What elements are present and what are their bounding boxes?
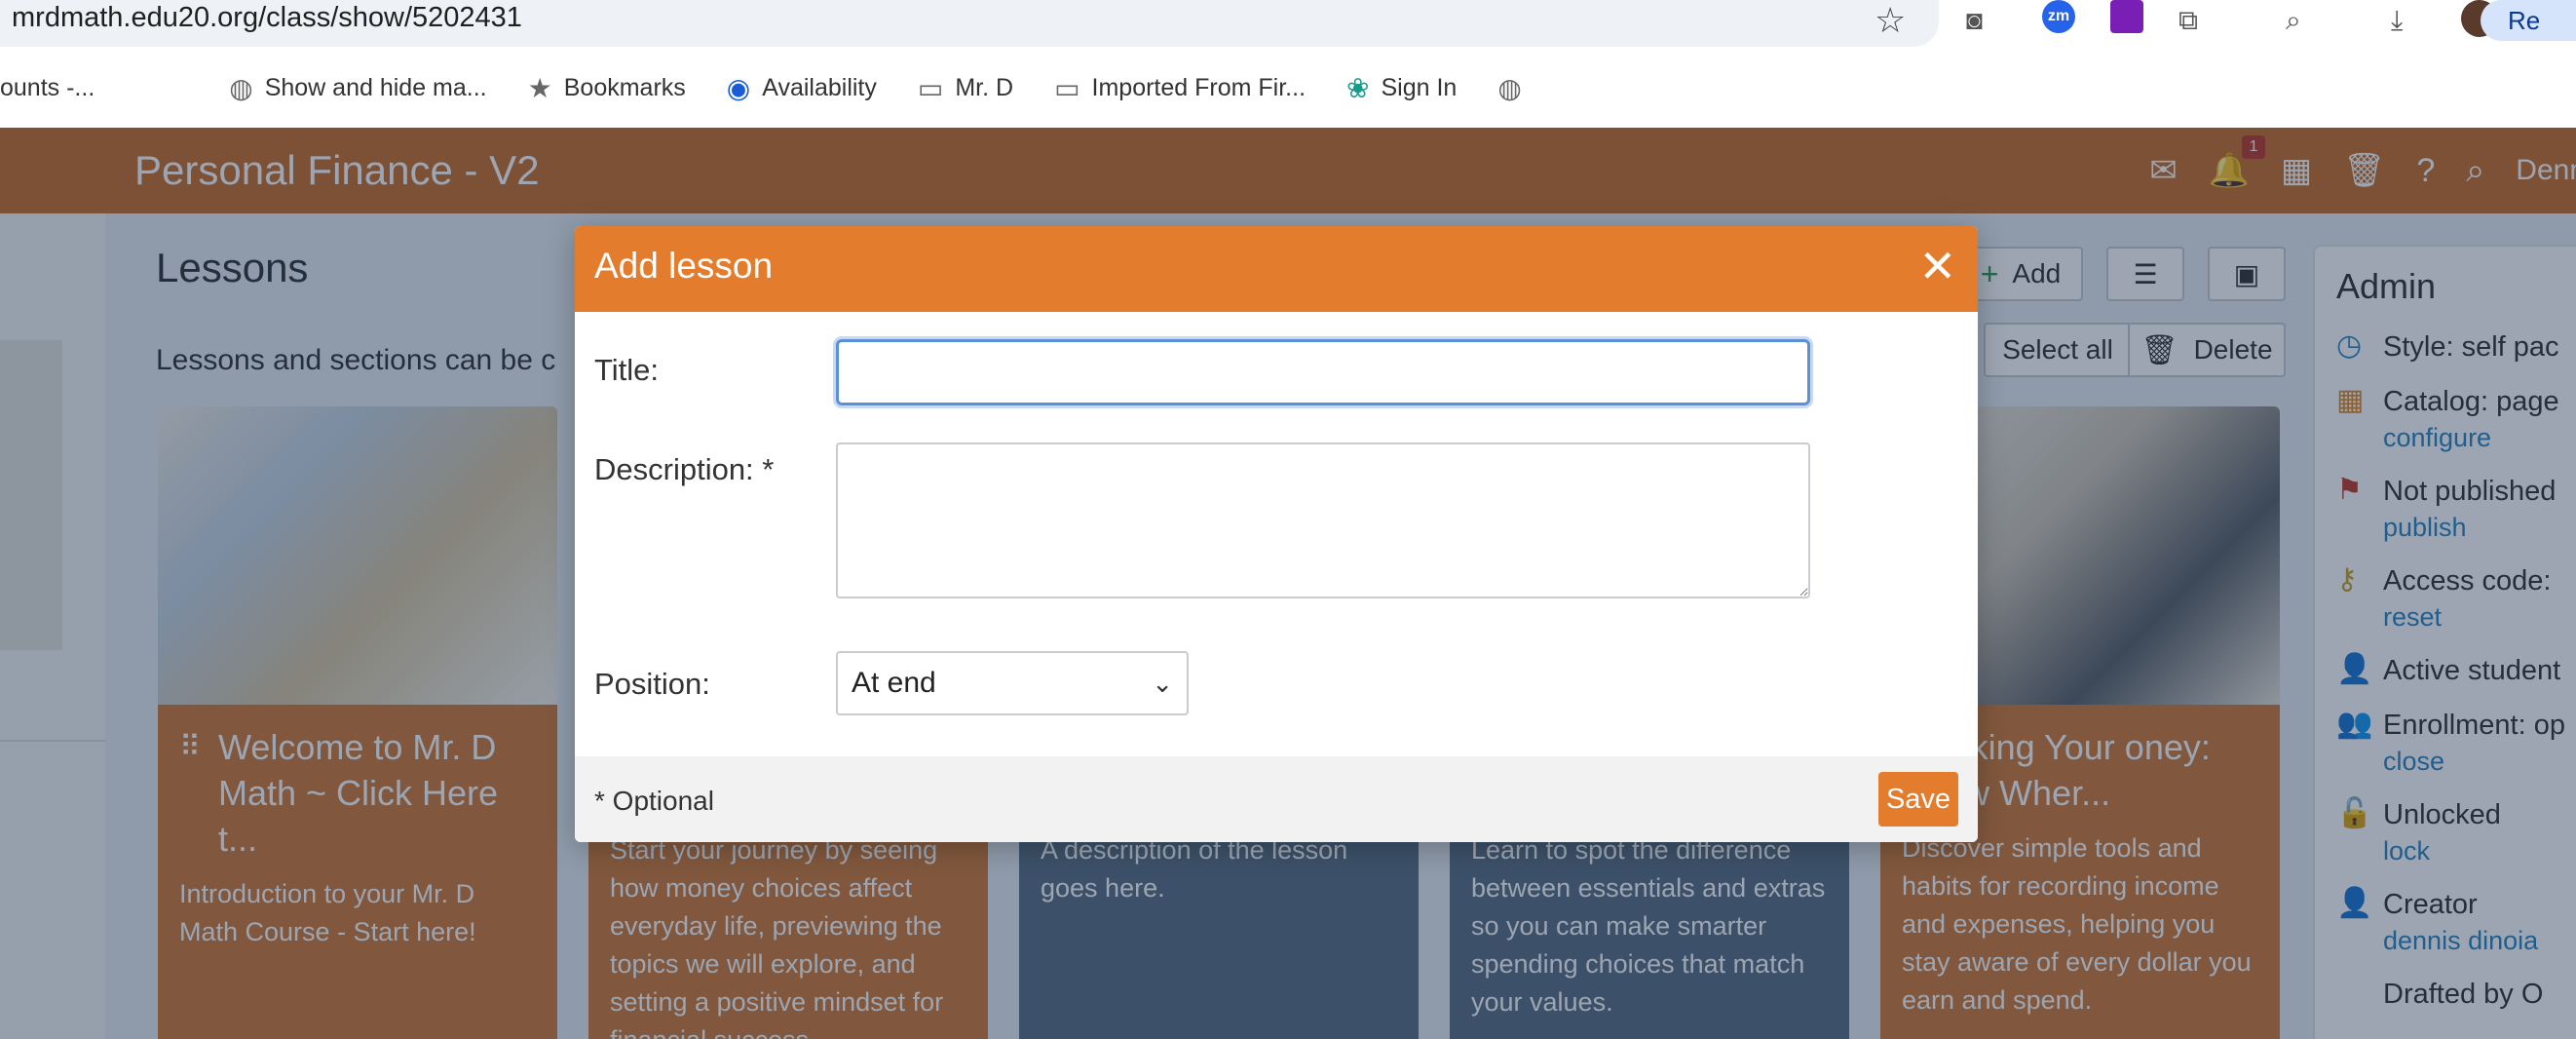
position-row: Position:	[594, 667, 836, 702]
description-label: Description: *	[594, 452, 775, 486]
title-input[interactable]	[836, 339, 1810, 405]
profile-button[interactable]: Re	[2481, 0, 2576, 41]
description-input[interactable]	[836, 443, 1810, 598]
chevron-down-icon: ⌄	[1152, 668, 1173, 698]
bookmark-item[interactable]: ▭ Mr. D	[918, 72, 1013, 104]
bookmark-item[interactable]: ▭ Imported From Fir...	[1054, 72, 1306, 104]
title-label: Title:	[594, 353, 660, 387]
close-icon[interactable]: ✕	[1918, 240, 1956, 292]
position-label: Position:	[594, 667, 710, 701]
description-row: Description: *	[594, 452, 836, 487]
puzzle-icon[interactable]: ⧉	[2178, 2, 2198, 39]
bookmark-item[interactable]: ounts -...	[0, 74, 95, 102]
title-row: Title:	[594, 353, 836, 388]
position-select[interactable]: At end ⌄	[836, 651, 1189, 715]
dialog-title: Add lesson	[594, 246, 774, 286]
globe-icon: ◍	[1497, 72, 1522, 103]
bookmarks-bar: ounts -... ◍ Show and hide ma... ★ Bookmar…	[0, 58, 2576, 117]
bookmark-item[interactable]: ◍	[1497, 72, 1533, 104]
folder-icon: ▭	[1054, 72, 1080, 103]
camera-icon[interactable]: ◙	[1966, 2, 1983, 39]
optional-note: * Optional	[594, 786, 714, 816]
download-icon[interactable]: ⤓	[2391, 2, 2403, 39]
zoom-extension-icon[interactable]: zm	[2042, 0, 2075, 33]
bookmark-item[interactable]: ◉ Availability	[727, 72, 877, 104]
swirl-icon: ❀	[1346, 72, 1370, 103]
search-tab-icon[interactable]: ⌕	[2286, 2, 2301, 39]
position-selected-value: At end	[852, 667, 936, 699]
browser-toolbar: mrdmath.edu20.org/class/show/5202431 ☆ ◙…	[0, 0, 2576, 51]
add-lesson-dialog: Add lesson ✕ Title: Description: * Posit…	[575, 226, 1978, 842]
url-text[interactable]: mrdmath.edu20.org/class/show/5202431	[12, 2, 522, 34]
star-icon: ★	[527, 72, 552, 103]
address-bar[interactable]: mrdmath.edu20.org/class/show/5202431	[0, 0, 1939, 47]
save-button[interactable]: Save	[1878, 772, 1958, 827]
bookmark-item[interactable]: ◍ Show and hide ma...	[229, 72, 486, 104]
bookmark-star-icon[interactable]: ☆	[1875, 0, 1906, 41]
dialog-header: Add lesson ✕	[575, 226, 1978, 312]
calendly-icon: ◉	[726, 72, 751, 103]
globe-icon: ◍	[229, 72, 253, 103]
dialog-footer: * Optional Save	[575, 756, 1978, 842]
folder-icon: ▭	[917, 72, 944, 103]
extension-icon[interactable]	[2110, 0, 2143, 33]
bookmark-item[interactable]: ★ Bookmarks	[528, 72, 686, 104]
bookmark-item[interactable]: ❀ Sign In	[1346, 72, 1457, 104]
